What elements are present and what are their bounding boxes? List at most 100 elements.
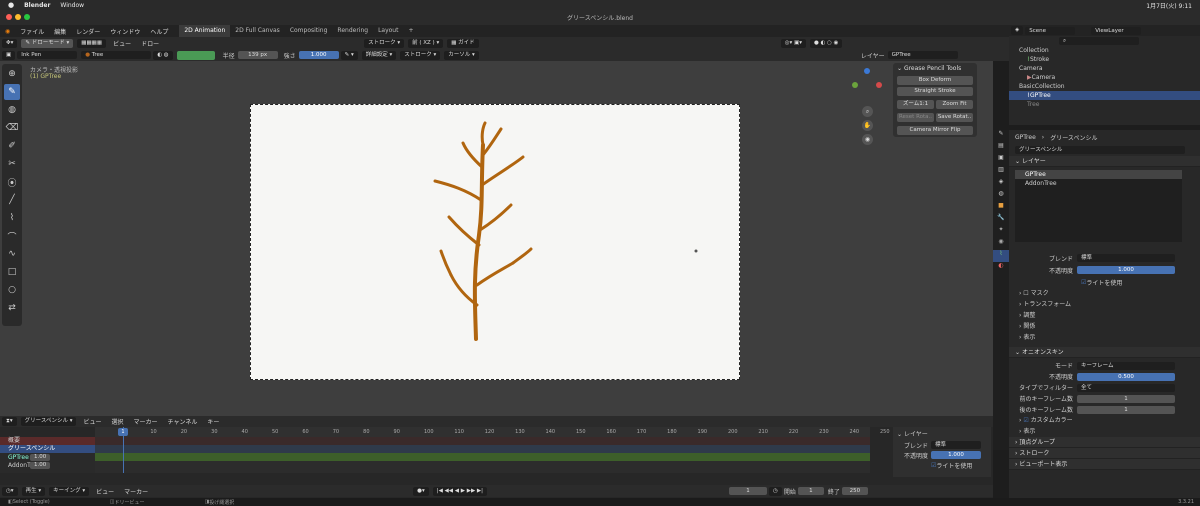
world-tab-icon[interactable]: ◍ bbox=[993, 190, 1009, 202]
after-field[interactable]: 1 bbox=[1077, 405, 1175, 414]
vertex-groups-header[interactable]: › 頂点グループ bbox=[1009, 437, 1200, 448]
viewport-overlays-button[interactable]: ◎▾ ▣▾ bbox=[780, 38, 806, 48]
render-tab-icon[interactable]: ▤ bbox=[993, 142, 1009, 154]
keying-menu[interactable]: キーイング ▾ bbox=[49, 486, 90, 496]
tool-tab-icon[interactable]: ✎ bbox=[993, 130, 1009, 142]
brush-select[interactable]: Ink Pen bbox=[17, 51, 78, 59]
box-tool-icon[interactable]: □ bbox=[4, 264, 20, 280]
playback-controls[interactable]: |◀ ◀◀ ◀ ▶ ▶▶ ▶| bbox=[432, 486, 488, 496]
layer-item[interactable]: AddonTree bbox=[1015, 179, 1182, 188]
tab-2d-full-canvas[interactable]: 2D Full Canvas bbox=[230, 25, 285, 37]
modifier-tab-icon[interactable]: 🔧 bbox=[993, 214, 1009, 226]
camera-mirror-flip-button[interactable]: Camera Mirror Flip bbox=[897, 126, 973, 135]
addontree-opacity-field[interactable]: 1.00 bbox=[30, 461, 50, 469]
apple-icon[interactable]: ● bbox=[8, 1, 14, 9]
tab-compositing[interactable]: Compositing bbox=[285, 25, 333, 37]
timeline-blend-select[interactable]: 標準 bbox=[931, 441, 981, 449]
keyframe-area[interactable] bbox=[95, 437, 870, 473]
end-frame-field[interactable]: 250 bbox=[841, 487, 868, 495]
menu-help[interactable]: ヘルプ bbox=[145, 27, 173, 36]
outliner-item[interactable]: BasicCollection bbox=[1009, 82, 1200, 91]
camera-canvas[interactable] bbox=[250, 104, 740, 380]
layers-section-header[interactable]: ⌄ レイヤー bbox=[1009, 156, 1200, 167]
scene-tab-icon[interactable]: ◈ bbox=[993, 178, 1009, 190]
radius-field[interactable]: 139 px bbox=[237, 51, 278, 59]
interpolate-tool-icon[interactable]: ⇄ bbox=[4, 300, 20, 316]
eyedropper-tool-icon[interactable]: ⦿ bbox=[4, 174, 20, 190]
output-tab-icon[interactable]: ▣ bbox=[993, 154, 1009, 166]
zoom-icon[interactable]: ⌕ bbox=[862, 106, 873, 117]
gp-tools-title[interactable]: ⌄ Grease Pencil Tools bbox=[893, 63, 977, 74]
timeline-menu-channel[interactable]: チャンネル bbox=[163, 417, 203, 426]
color-swatch[interactable] bbox=[176, 50, 215, 60]
cutter-tool-icon[interactable]: ✂ bbox=[4, 156, 20, 172]
auto-keying-button[interactable]: ●▾ bbox=[413, 486, 429, 496]
timeline-opacity-field[interactable]: 1.000 bbox=[931, 451, 981, 459]
tint-tool-icon[interactable]: ✐ bbox=[4, 138, 20, 154]
material-color-buttons[interactable]: ◐ ◍ bbox=[153, 50, 173, 60]
relations-section[interactable]: › 関係 bbox=[1019, 321, 1200, 332]
mask-section[interactable]: › ☐ マスク bbox=[1019, 288, 1200, 299]
layer-channel-addontree[interactable]: AddonTree bbox=[8, 462, 40, 469]
close-window-button[interactable] bbox=[6, 14, 12, 20]
menu-file[interactable]: ファイル bbox=[15, 27, 49, 36]
onion-skin-header[interactable]: ⌄ オニオンスキン bbox=[1009, 347, 1200, 358]
timeline-menu-select[interactable]: 選択 bbox=[107, 417, 129, 426]
viewport-display-header[interactable]: › ビューポート表示 bbox=[1009, 459, 1200, 470]
display-section[interactable]: › 表示 bbox=[1019, 332, 1200, 343]
tab-2d-animation[interactable]: 2D Animation bbox=[179, 25, 231, 37]
object-tab-icon[interactable]: ■ bbox=[993, 202, 1009, 214]
cursor-dropdown[interactable]: カーソル ▾ bbox=[444, 50, 479, 60]
outliner-item[interactable]: Camera bbox=[1009, 64, 1200, 73]
layer-channel-gptree[interactable]: GPTree bbox=[8, 454, 30, 461]
straight-stroke-button[interactable]: Straight Stroke bbox=[897, 87, 973, 96]
stroke-placement-select[interactable]: ストローク ▾ bbox=[364, 38, 405, 48]
playback-menu-marker[interactable]: マーカー bbox=[119, 487, 153, 496]
start-frame-field[interactable]: 1 bbox=[797, 487, 824, 495]
scene-icon[interactable]: ◈ bbox=[1011, 26, 1024, 35]
onion-display-section[interactable]: › 表示 bbox=[1019, 426, 1200, 437]
outliner-item[interactable]: Collection bbox=[1009, 46, 1200, 55]
polyline-tool-icon[interactable]: ⌇ bbox=[4, 210, 20, 226]
timeline-menu-key[interactable]: キー bbox=[202, 417, 224, 426]
app-name[interactable]: Blender bbox=[24, 2, 50, 9]
minimize-window-button[interactable] bbox=[15, 14, 21, 20]
timeline-layer-title[interactable]: ⌄ レイヤー bbox=[893, 427, 991, 440]
draw-tool-icon[interactable]: ✎ bbox=[4, 84, 20, 100]
outliner-item[interactable]: Tree bbox=[1009, 100, 1200, 109]
filter-select[interactable]: 全て bbox=[1077, 383, 1175, 392]
menu-render[interactable]: レンダー bbox=[71, 27, 105, 36]
brush-preview-icon[interactable]: ▣ bbox=[2, 50, 16, 60]
guide-toggle[interactable]: ▦ ガイド bbox=[447, 38, 479, 48]
datablock-select[interactable]: グリースペンシル bbox=[1015, 146, 1185, 154]
menu-draw[interactable]: ドロー bbox=[136, 39, 164, 48]
curve-tool-icon[interactable]: ∿ bbox=[4, 246, 20, 262]
layer-select[interactable]: GPTree bbox=[887, 51, 958, 59]
x-axis-icon[interactable] bbox=[876, 82, 882, 88]
zoom-window-button[interactable] bbox=[24, 14, 30, 20]
data-tab-icon[interactable]: ⌇ bbox=[993, 250, 1009, 262]
pressure-toggle-icon[interactable]: ✎ ▾ bbox=[340, 50, 358, 60]
camera-view-icon[interactable]: ◉ bbox=[862, 134, 873, 145]
custom-color-section[interactable]: › ☑ カスタムカラー bbox=[1019, 415, 1200, 426]
save-rotation-button[interactable]: Save Rotat.. bbox=[936, 113, 973, 122]
outliner-item-selected[interactable]: ⌇ GPTree bbox=[1009, 91, 1200, 100]
mac-menu-window[interactable]: Window bbox=[60, 2, 84, 9]
onion-mode-select[interactable]: キーフレーム bbox=[1077, 361, 1175, 370]
circle-tool-icon[interactable]: ○ bbox=[4, 282, 20, 298]
strokes-header[interactable]: › ストローク bbox=[1009, 448, 1200, 459]
strength-field[interactable]: 1.000 bbox=[298, 51, 339, 59]
blend-select[interactable]: 標準 bbox=[1077, 254, 1175, 262]
timeline-mode-select[interactable]: グリースペンシル ▾ bbox=[20, 417, 77, 426]
timeline-menu-view[interactable]: ビュー bbox=[78, 417, 106, 426]
tab-rendering[interactable]: Rendering bbox=[332, 25, 373, 37]
adjust-section[interactable]: › 調整 bbox=[1019, 310, 1200, 321]
onion-opacity-field[interactable]: 0.500 bbox=[1077, 372, 1175, 381]
outliner-search-input[interactable]: ⌕ bbox=[1059, 37, 1139, 45]
arc-tool-icon[interactable]: ⌒ bbox=[4, 228, 20, 244]
add-workspace-button[interactable]: + bbox=[403, 25, 418, 37]
editor-type-button[interactable]: ✥▾ bbox=[2, 38, 18, 48]
frame-ruler[interactable]: 10 20 30 40 50 60 70 80 90 100 110 120 130 140 150 160 1… bbox=[95, 427, 890, 437]
navigation-gizmo[interactable]: ⌕ ✋ ◉ bbox=[850, 64, 890, 154]
menu-edit[interactable]: 編集 bbox=[49, 27, 71, 36]
